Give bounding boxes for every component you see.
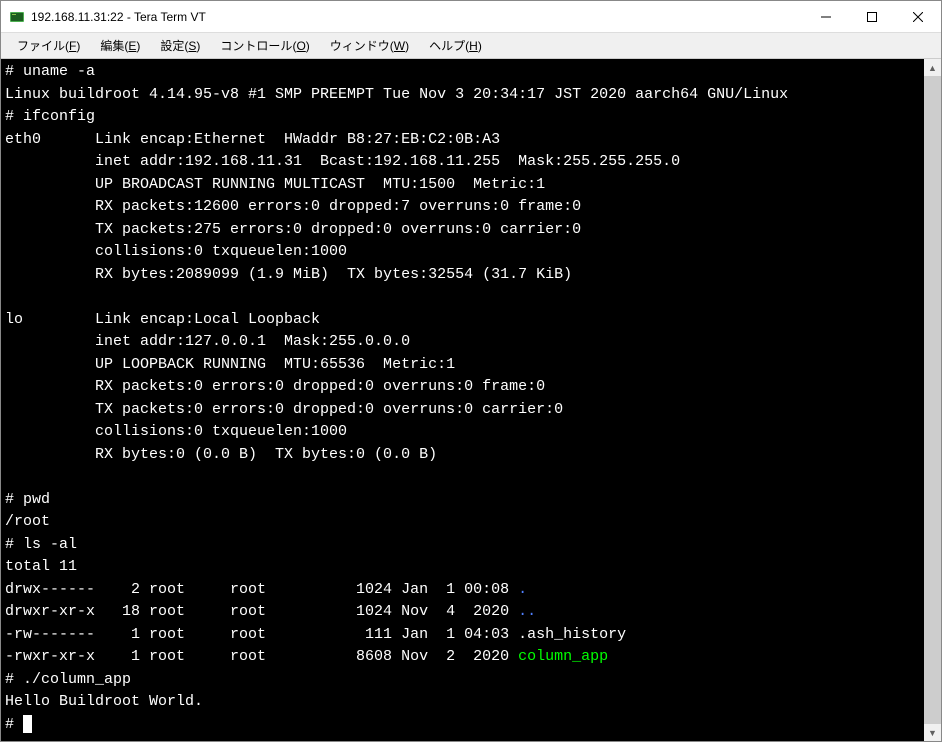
minimize-button[interactable] bbox=[803, 1, 849, 33]
window-title: 192.168.11.31:22 - Tera Term VT bbox=[31, 10, 803, 24]
terminal-line: -rw------- 1 root root 111 Jan 1 04:03 .… bbox=[5, 624, 920, 647]
terminal-line: -rwxr-xr-x 1 root root 8608 Nov 2 2020 c… bbox=[5, 646, 920, 669]
terminal-line: collisions:0 txqueuelen:1000 bbox=[5, 421, 920, 444]
terminal-line: /root bbox=[5, 511, 920, 534]
terminal-line: lo Link encap:Local Loopback bbox=[5, 309, 920, 332]
close-icon bbox=[913, 12, 923, 22]
terminal-line: inet addr:127.0.0.1 Mask:255.0.0.0 bbox=[5, 331, 920, 354]
titlebar: 192.168.11.31:22 - Tera Term VT bbox=[1, 1, 941, 33]
menu-setup[interactable]: 設定(S) bbox=[150, 33, 210, 58]
menubar: ファイル(F) 編集(E) 設定(S) コントロール(O) ウィンドウ(W) ヘ… bbox=[1, 33, 941, 59]
terminal[interactable]: # uname -aLinux buildroot 4.14.95-v8 #1 … bbox=[1, 59, 924, 741]
menu-help[interactable]: ヘルプ(H) bbox=[419, 33, 492, 58]
terminal-line: UP BROADCAST RUNNING MULTICAST MTU:1500 … bbox=[5, 174, 920, 197]
menu-control[interactable]: コントロール(O) bbox=[210, 33, 319, 58]
terminal-line: # pwd bbox=[5, 489, 920, 512]
terminal-line: # ls -al bbox=[5, 534, 920, 557]
maximize-button[interactable] bbox=[849, 1, 895, 33]
terminal-line: UP LOOPBACK RUNNING MTU:65536 Metric:1 bbox=[5, 354, 920, 377]
app-icon bbox=[9, 9, 25, 25]
window-controls bbox=[803, 1, 941, 32]
terminal-line: # uname -a bbox=[5, 61, 920, 84]
terminal-line: drwx------ 2 root root 1024 Jan 1 00:08 … bbox=[5, 579, 920, 602]
close-button[interactable] bbox=[895, 1, 941, 33]
terminal-line bbox=[5, 286, 920, 309]
scroll-down-arrow[interactable]: ▼ bbox=[924, 724, 941, 741]
vertical-scrollbar[interactable]: ▲ ▼ bbox=[924, 59, 941, 741]
menu-window[interactable]: ウィンドウ(W) bbox=[320, 33, 419, 58]
scroll-thumb[interactable] bbox=[924, 76, 941, 724]
minimize-icon bbox=[821, 12, 831, 22]
cursor bbox=[23, 715, 32, 733]
terminal-line: # bbox=[5, 714, 920, 737]
terminal-line: total 11 bbox=[5, 556, 920, 579]
menu-file[interactable]: ファイル(F) bbox=[7, 33, 90, 58]
app-window: 192.168.11.31:22 - Tera Term VT ファイル(F) … bbox=[0, 0, 942, 742]
terminal-line: RX packets:0 errors:0 dropped:0 overruns… bbox=[5, 376, 920, 399]
terminal-area: # uname -aLinux buildroot 4.14.95-v8 #1 … bbox=[1, 59, 941, 741]
terminal-line: eth0 Link encap:Ethernet HWaddr B8:27:EB… bbox=[5, 129, 920, 152]
terminal-line: drwxr-xr-x 18 root root 1024 Nov 4 2020 … bbox=[5, 601, 920, 624]
menu-edit[interactable]: 編集(E) bbox=[90, 33, 150, 58]
terminal-line: TX packets:0 errors:0 dropped:0 overruns… bbox=[5, 399, 920, 422]
terminal-line: RX bytes:0 (0.0 B) TX bytes:0 (0.0 B) bbox=[5, 444, 920, 467]
maximize-icon bbox=[867, 12, 877, 22]
terminal-line: # ifconfig bbox=[5, 106, 920, 129]
terminal-line: RX bytes:2089099 (1.9 MiB) TX bytes:3255… bbox=[5, 264, 920, 287]
terminal-line: Linux buildroot 4.14.95-v8 #1 SMP PREEMP… bbox=[5, 84, 920, 107]
terminal-line: # ./column_app bbox=[5, 669, 920, 692]
terminal-line: RX packets:12600 errors:0 dropped:7 over… bbox=[5, 196, 920, 219]
scroll-track[interactable] bbox=[924, 76, 941, 724]
terminal-line bbox=[5, 466, 920, 489]
terminal-line: collisions:0 txqueuelen:1000 bbox=[5, 241, 920, 264]
scroll-up-arrow[interactable]: ▲ bbox=[924, 59, 941, 76]
terminal-line: Hello Buildroot World. bbox=[5, 691, 920, 714]
terminal-line: TX packets:275 errors:0 dropped:0 overru… bbox=[5, 219, 920, 242]
terminal-line: inet addr:192.168.11.31 Bcast:192.168.11… bbox=[5, 151, 920, 174]
